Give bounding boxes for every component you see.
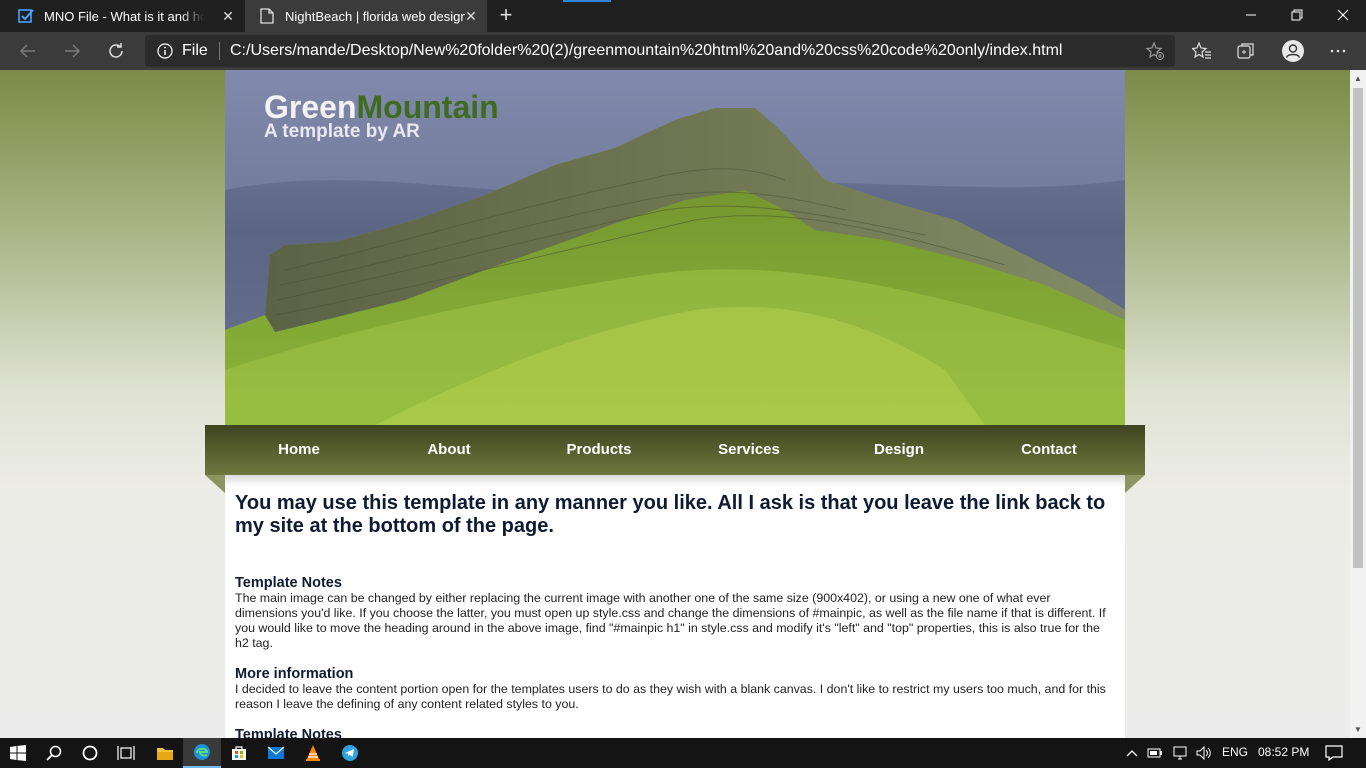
menu-fold-right [1125, 475, 1145, 493]
scroll-thumb[interactable] [1353, 88, 1363, 568]
intro-heading: You may use this template in any manner … [235, 492, 1106, 537]
restore-button[interactable] [1274, 0, 1320, 30]
file-explorer-icon[interactable] [147, 738, 183, 768]
section-heading: Template Notes [235, 575, 342, 591]
menu-item-about[interactable]: About [374, 441, 524, 458]
page-viewport: GreenMountain A template by AR Home Abou… [0, 70, 1350, 738]
section-body: The main image can be changed by either … [235, 591, 1106, 650]
search-icon[interactable] [36, 738, 72, 768]
mail-icon[interactable] [258, 738, 294, 768]
cortana-icon[interactable] [72, 738, 108, 768]
address-separator [219, 42, 220, 60]
telegram-icon[interactable] [332, 738, 368, 768]
tab-mno-file[interactable]: MNO File - What is it and how do ✕ [0, 0, 244, 32]
menu-item-home[interactable]: Home [224, 441, 374, 458]
battery-icon[interactable] [1146, 738, 1164, 768]
task-view-icon[interactable] [108, 738, 144, 768]
menu-item-products[interactable]: Products [524, 441, 674, 458]
language-indicator[interactable]: ENG [1222, 745, 1248, 759]
scroll-up-icon[interactable]: ▲ [1354, 74, 1362, 83]
address-bar[interactable]: File C:/Users/mande/Desktop/New%20folder… [145, 35, 1175, 67]
windows-taskbar: ENG 08:52 PM [0, 738, 1366, 768]
network-icon[interactable] [1170, 738, 1190, 768]
browser-toolbar: File C:/Users/mande/Desktop/New%20folder… [0, 32, 1366, 70]
tab-title: NightBeach | florida web design [285, 8, 465, 24]
edge-icon[interactable] [183, 738, 221, 768]
more-icon[interactable] [1328, 41, 1348, 61]
add-favorite-icon[interactable] [1145, 41, 1165, 61]
refresh-icon[interactable] [102, 37, 130, 65]
close-tab-icon[interactable]: ✕ [220, 8, 236, 24]
forward-icon[interactable] [58, 37, 86, 65]
new-tab-button[interactable]: + [494, 4, 518, 28]
scroll-down-icon[interactable]: ▼ [1354, 725, 1362, 734]
content-area: You may use this template in any manner … [225, 475, 1125, 738]
tab-nightbeach[interactable]: NightBeach | florida web design ✕ [245, 0, 487, 32]
close-tab-icon[interactable]: ✕ [463, 8, 479, 24]
site-title-green: Green [264, 89, 357, 125]
page-favicon-icon [259, 8, 275, 24]
section-body: I decided to leave the content portion o… [235, 682, 1106, 711]
menu-item-contact[interactable]: Contact [974, 441, 1124, 458]
notifications-icon[interactable] [1320, 738, 1348, 768]
site-title: GreenMountain [264, 90, 499, 124]
store-icon[interactable] [221, 738, 257, 768]
collections-icon[interactable] [1236, 41, 1256, 61]
favorites-icon[interactable] [1191, 41, 1212, 61]
url-text[interactable]: C:/Users/mande/Desktop/New%20folder%20(2… [230, 42, 1062, 60]
checkbox-favicon-icon [18, 8, 34, 24]
volume-icon[interactable] [1194, 738, 1214, 768]
tray-chevron-up-icon[interactable] [1124, 738, 1140, 768]
scheme-label: File [182, 42, 208, 59]
profile-icon[interactable] [1281, 39, 1305, 63]
accent-strip [563, 0, 611, 2]
clock[interactable]: 08:52 PM [1258, 745, 1309, 759]
windows-start-icon[interactable] [0, 738, 36, 768]
site-title-mountain: Mountain [356, 89, 499, 125]
menu-fold-left [205, 475, 225, 493]
minimize-button[interactable] [1228, 0, 1274, 30]
menu-item-design[interactable]: Design [824, 441, 974, 458]
section-heading: More information [235, 666, 354, 682]
vertical-scrollbar[interactable]: ▲ ▼ [1350, 70, 1366, 738]
section-heading: Template Notes [235, 727, 342, 738]
vlc-icon[interactable] [295, 738, 331, 768]
tab-title: MNO File - What is it and how do [44, 8, 204, 24]
menu-item-services[interactable]: Services [674, 441, 824, 458]
back-icon[interactable] [14, 37, 42, 65]
close-window-button[interactable] [1320, 0, 1366, 30]
main-menu: Home About Products Services Design Cont… [205, 425, 1145, 475]
info-icon[interactable] [157, 43, 173, 59]
tab-bar: MNO File - What is it and how do ✕ Night… [0, 0, 1366, 32]
site-subtitle: A template by AR [264, 121, 420, 142]
